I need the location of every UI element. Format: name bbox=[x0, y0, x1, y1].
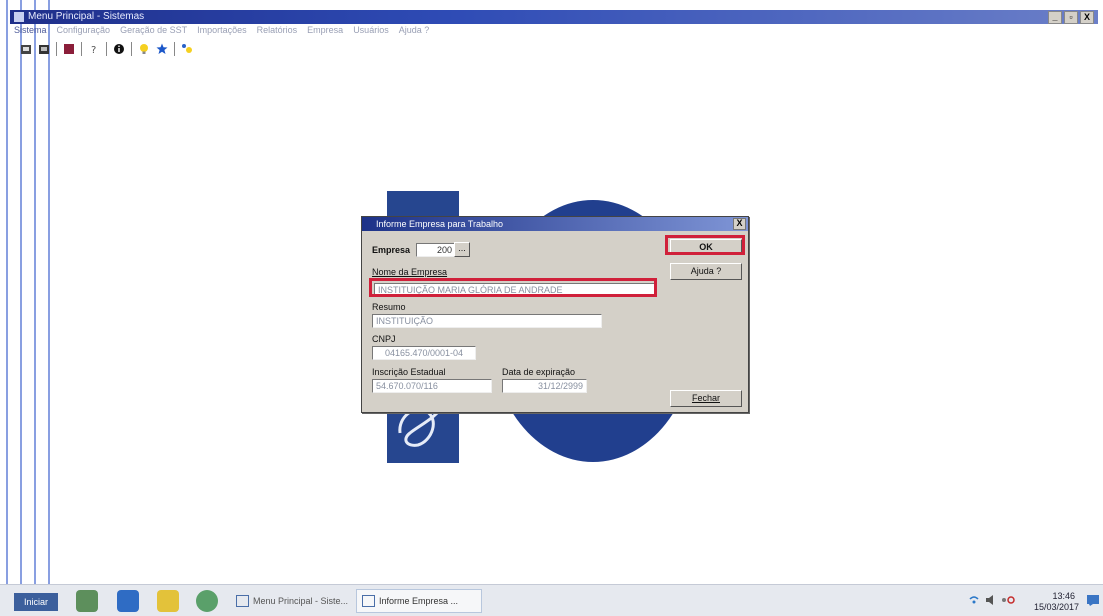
informe-empresa-dialog: Informe Empresa para Trabalho X Empresa … bbox=[361, 216, 749, 413]
cnpj-field[interactable]: 04165.470/0001-04 bbox=[372, 346, 476, 360]
taskbar-item-informe-empresa[interactable]: Informe Empresa ... bbox=[356, 589, 482, 613]
nome-empresa-label: Nome da Empresa bbox=[372, 267, 448, 277]
cnpj-label: CNPJ bbox=[372, 334, 396, 344]
security-icon[interactable] bbox=[1001, 595, 1015, 605]
z-app-icon[interactable] bbox=[117, 590, 139, 612]
clock-time: 13:46 bbox=[1052, 591, 1075, 601]
window-icon bbox=[236, 595, 249, 607]
menu-configuracao[interactable]: Configuração bbox=[57, 25, 111, 38]
dialog-titlebar: Informe Empresa para Trabalho X bbox=[362, 217, 748, 231]
help-icon[interactable]: ? bbox=[88, 43, 100, 55]
clock-date: 15/03/2017 bbox=[1033, 602, 1079, 612]
scan-artifact bbox=[0, 0, 60, 615]
toolbar: ? bbox=[20, 41, 193, 57]
highlight-nome-empresa bbox=[369, 278, 657, 297]
start-button[interactable]: Iniciar bbox=[14, 593, 58, 611]
star-icon[interactable] bbox=[156, 43, 168, 55]
tip-icon[interactable] bbox=[181, 43, 193, 55]
system-tray: 13:46 15/03/2017 bbox=[963, 585, 1103, 616]
menu-importacoes[interactable]: Importações bbox=[197, 25, 247, 38]
menu-empresa[interactable]: Empresa bbox=[307, 25, 343, 38]
weather-app-icon[interactable] bbox=[157, 590, 179, 612]
browser-icon[interactable] bbox=[196, 590, 218, 612]
export-icon[interactable] bbox=[38, 43, 50, 55]
empresa-label: Empresa bbox=[372, 245, 411, 255]
menubar: Sistema Configuração Geração de SST Impo… bbox=[14, 25, 429, 38]
inscricao-estadual-field[interactable]: 54.670.070/116 bbox=[372, 379, 492, 393]
highlight-ok-button bbox=[665, 235, 745, 255]
inscricao-estadual-label: Inscrição Estadual bbox=[372, 367, 446, 377]
network-icon[interactable] bbox=[969, 595, 979, 605]
svg-text:?: ? bbox=[91, 45, 96, 55]
notification-icon[interactable] bbox=[1087, 595, 1099, 606]
fechar-button[interactable]: Fechar bbox=[670, 390, 742, 407]
resumo-label: Resumo bbox=[372, 302, 406, 312]
toolbar-separator bbox=[131, 42, 132, 56]
window-title: Menu Principal - Sistemas bbox=[28, 11, 145, 22]
empresa-code-field[interactable]: 200 bbox=[416, 243, 456, 257]
main-window-titlebar: Menu Principal - Sistemas _ ▫ X bbox=[10, 10, 1098, 24]
taskbar-item-label: Informe Empresa ... bbox=[379, 596, 459, 606]
info-icon[interactable] bbox=[113, 43, 125, 55]
toolbar-separator bbox=[81, 42, 82, 56]
restore-button[interactable]: ▫ bbox=[1064, 11, 1078, 24]
empresa-lookup-button[interactable]: ... bbox=[454, 242, 470, 257]
ajuda-button[interactable]: Ajuda ? bbox=[670, 263, 742, 280]
volume-icon[interactable] bbox=[985, 594, 995, 606]
data-expiracao-label: Data de expiração bbox=[502, 367, 576, 377]
app-icon bbox=[14, 12, 24, 22]
bulb-icon[interactable] bbox=[138, 43, 150, 55]
menu-geracao-sst[interactable]: Geração de SST bbox=[120, 25, 187, 38]
dialog-close-button[interactable]: X bbox=[733, 218, 746, 230]
data-expiracao-field[interactable]: 31/12/2999 bbox=[502, 379, 587, 393]
window-icon bbox=[362, 595, 375, 607]
minimize-button[interactable]: _ bbox=[1048, 11, 1062, 24]
import-icon[interactable] bbox=[20, 43, 32, 55]
people-app-icon[interactable] bbox=[76, 590, 98, 612]
menu-usuarios[interactable]: Usuários bbox=[353, 25, 389, 38]
book-icon[interactable] bbox=[63, 43, 75, 55]
taskbar-item-label: Menu Principal - Siste... bbox=[253, 596, 349, 606]
toolbar-separator bbox=[174, 42, 175, 56]
dialog-title: Informe Empresa para Trabalho bbox=[376, 219, 504, 229]
menu-relatorios[interactable]: Relatórios bbox=[257, 25, 298, 38]
resumo-field[interactable]: INSTITUIÇÃO bbox=[372, 314, 602, 328]
close-window-button[interactable]: X bbox=[1080, 11, 1094, 24]
menu-ajuda[interactable]: Ajuda ? bbox=[399, 25, 430, 38]
toolbar-separator bbox=[56, 42, 57, 56]
menu-sistema[interactable]: Sistema bbox=[14, 25, 47, 38]
taskbar: Iniciar Menu Principal - Siste... Inform… bbox=[0, 584, 1103, 616]
toolbar-separator bbox=[106, 42, 107, 56]
taskbar-item-menu-principal[interactable]: Menu Principal - Siste... bbox=[230, 589, 374, 613]
